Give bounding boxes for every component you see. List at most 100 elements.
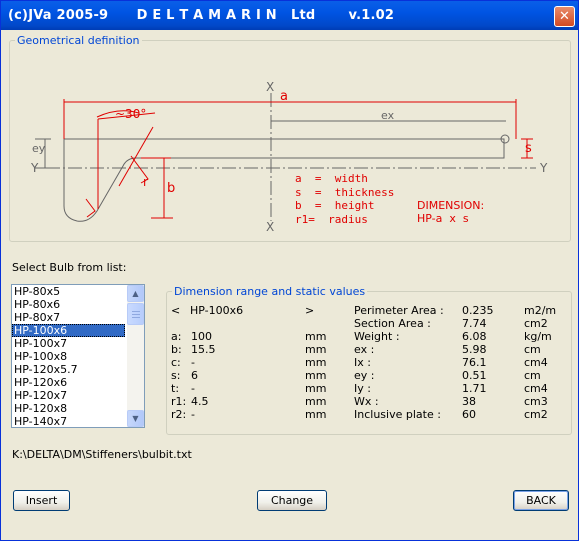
bulb-list-item[interactable]: HP-80x7 [12,311,125,324]
bulb-list-items: HP-80x5 HP-80x6 HP-80x7 HP-100x6 HP-100x7 HP-… [12,285,144,427]
static-name: Weight : [354,330,400,343]
param-name: s: [171,369,181,382]
grip-line [132,317,140,318]
label-y-left: Y [31,161,39,175]
grip-line [132,311,140,312]
static-value: 38 [462,395,476,408]
param-value: - [191,382,195,395]
label-ex: ex [381,109,395,122]
static-name: Inclusive plate : [354,408,441,421]
main-window: (c)JVa 2005-9 D E L T A M A R I N Ltd v.… [0,0,579,541]
static-value: 5.98 [462,343,487,356]
bulb-list-item[interactable]: HP-100x6 [12,324,125,337]
static-name: Section Area : [354,317,431,330]
list-scrollbar[interactable]: ▲ ▼ [127,285,144,427]
label-y-right: Y [540,161,548,175]
next-profile-button[interactable]: > [305,304,314,317]
bulb-list-item[interactable]: HP-120x6 [12,376,125,389]
back-button[interactable]: BACK [513,490,569,511]
param-unit: mm [305,343,327,356]
title-bar: (c)JVa 2005-9 D E L T A M A R I N Ltd v.… [1,1,578,30]
param-value: 4.5 [191,395,209,408]
static-unit: cm [524,343,541,356]
label-angle: ~30° [115,107,147,121]
static-name: Perimeter Area : [354,304,444,317]
label-ey: ey [32,142,46,155]
static-value: 1.71 [462,382,487,395]
bulb-list-item[interactable]: HP-140x7 [12,415,125,427]
param-name: r1: [171,395,187,408]
param-name: r2: [171,408,187,421]
static-unit: cm4 [524,382,548,395]
static-unit: cm2 [524,408,548,421]
current-profile: HP-100x6 [190,304,244,317]
param-unit: mm [305,330,327,343]
static-name: ex : [354,343,375,356]
file-path: K:\DELTA\DM\Stiffeners\bulbit.txt [12,448,192,461]
bulb-list-item[interactable]: HP-120x8 [12,402,125,415]
param-unit: mm [305,369,327,382]
param-value: 15.5 [191,343,216,356]
bulb-list-item[interactable]: HP-100x7 [12,337,125,350]
prev-profile-button[interactable]: < [171,304,180,317]
label-x-top: X [266,80,275,94]
geometry-drawing [35,93,536,222]
static-value: 76.1 [462,356,487,369]
label-a: a [280,89,288,104]
insert-button[interactable]: Insert [13,490,70,511]
bulb-list-item[interactable]: HP-80x5 [12,285,125,298]
key-height: b = height [295,199,375,212]
select-label: Select Bulb from list: [12,261,127,274]
scroll-down-icon[interactable]: ▼ [127,410,144,427]
key-thickness: s = thickness [295,185,395,199]
key-width: a = width [295,172,368,185]
close-button[interactable]: ✕ [554,6,575,27]
label-x-bottom: X [266,220,275,234]
param-value: - [191,408,195,421]
static-name: Wx : [354,395,379,408]
dimension-caption: DIMENSION: [417,199,485,212]
static-unit: kg/m [524,330,552,343]
param-unit: mm [305,408,327,421]
static-unit: m2/m [524,304,557,317]
static-unit: cm4 [524,356,548,369]
geometry-legend: Geometrical definition [17,34,140,47]
static-name: ey : [354,369,375,382]
param-name: a: [171,330,182,343]
static-unit: cm3 [524,395,548,408]
param-value: 100 [191,330,212,343]
scroll-thumb[interactable] [127,303,144,325]
param-name: t: [171,382,180,395]
key-radius: r1= radius [295,212,368,226]
change-button[interactable]: Change [257,490,327,511]
param-value: - [191,356,195,369]
static-value: 0.51 [462,369,487,382]
bulb-list-item[interactable]: HP-120x7 [12,389,125,402]
window-title: (c)JVa 2005-9 D E L T A M A R I N Ltd v.… [8,8,395,23]
static-value: 7.74 [462,317,487,330]
label-b: b [167,181,176,196]
bulb-list-item[interactable]: HP-100x8 [12,350,125,363]
static-value: 60 [462,408,476,421]
param-unit: mm [305,382,327,395]
param-unit: mm [305,356,327,369]
static-unit: cm2 [524,317,548,330]
param-name: b: [171,343,182,356]
grip-line [132,314,140,315]
static-unit: cm [524,369,541,382]
bulb-list-item[interactable]: HP-80x6 [12,298,125,311]
dimension-legend: Dimension range and static values [174,285,366,298]
param-value: 6 [191,369,198,382]
bulb-listbox[interactable]: HP-80x5 HP-80x6 HP-80x7 HP-100x6 HP-100x7 HP-… [11,284,145,428]
label-s: s [525,141,532,156]
static-value: 6.08 [462,330,487,343]
param-unit: mm [305,395,327,408]
dimension-format: HP-a x s [417,212,469,225]
static-value: 0.235 [462,304,494,317]
bulb-list-item[interactable]: HP-120x5.7 [12,363,125,376]
static-name: Iy : [354,382,371,395]
static-name: Ix : [354,356,371,369]
label-r: r [143,175,148,189]
param-name: c: [171,356,181,369]
scroll-up-icon[interactable]: ▲ [127,285,144,302]
